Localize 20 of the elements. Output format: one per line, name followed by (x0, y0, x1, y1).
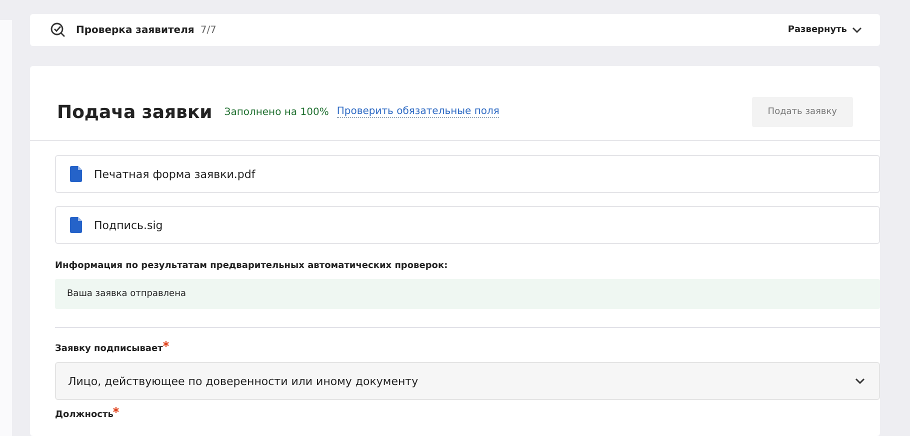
check-info-label: Информация по результатам предварительных автоматических проверок: (55, 261, 449, 271)
signer-select[interactable]: Лицо, действующее по доверенности или иному документу (55, 362, 880, 400)
check-title: Проверка заявителя (76, 24, 194, 36)
check-count: 7/7 (200, 24, 216, 36)
file-item[interactable]: Печатная форма заявки.pdf (55, 155, 880, 193)
document-icon (70, 217, 82, 233)
file-name: Печатная форма заявки.pdf (94, 168, 256, 180)
file-item[interactable]: Подпись.sig (55, 206, 880, 244)
check-result-message: Ваша заявка отправлена (55, 279, 880, 309)
field-label: Заявку подписывает (55, 344, 163, 354)
expand-button[interactable]: Развернуть (788, 25, 862, 35)
document-icon (70, 166, 82, 182)
chevron-down-icon (855, 377, 865, 385)
chevron-down-icon (852, 26, 862, 34)
field-label: Должность (55, 410, 114, 420)
file-name: Подпись.sig (94, 218, 163, 232)
fill-status: Заполнено на 100% (224, 106, 329, 118)
check-fields-link[interactable]: Проверить обязательные поля (336, 106, 500, 118)
page-title: Подача заявки (57, 102, 212, 122)
search-check-icon (50, 22, 66, 38)
